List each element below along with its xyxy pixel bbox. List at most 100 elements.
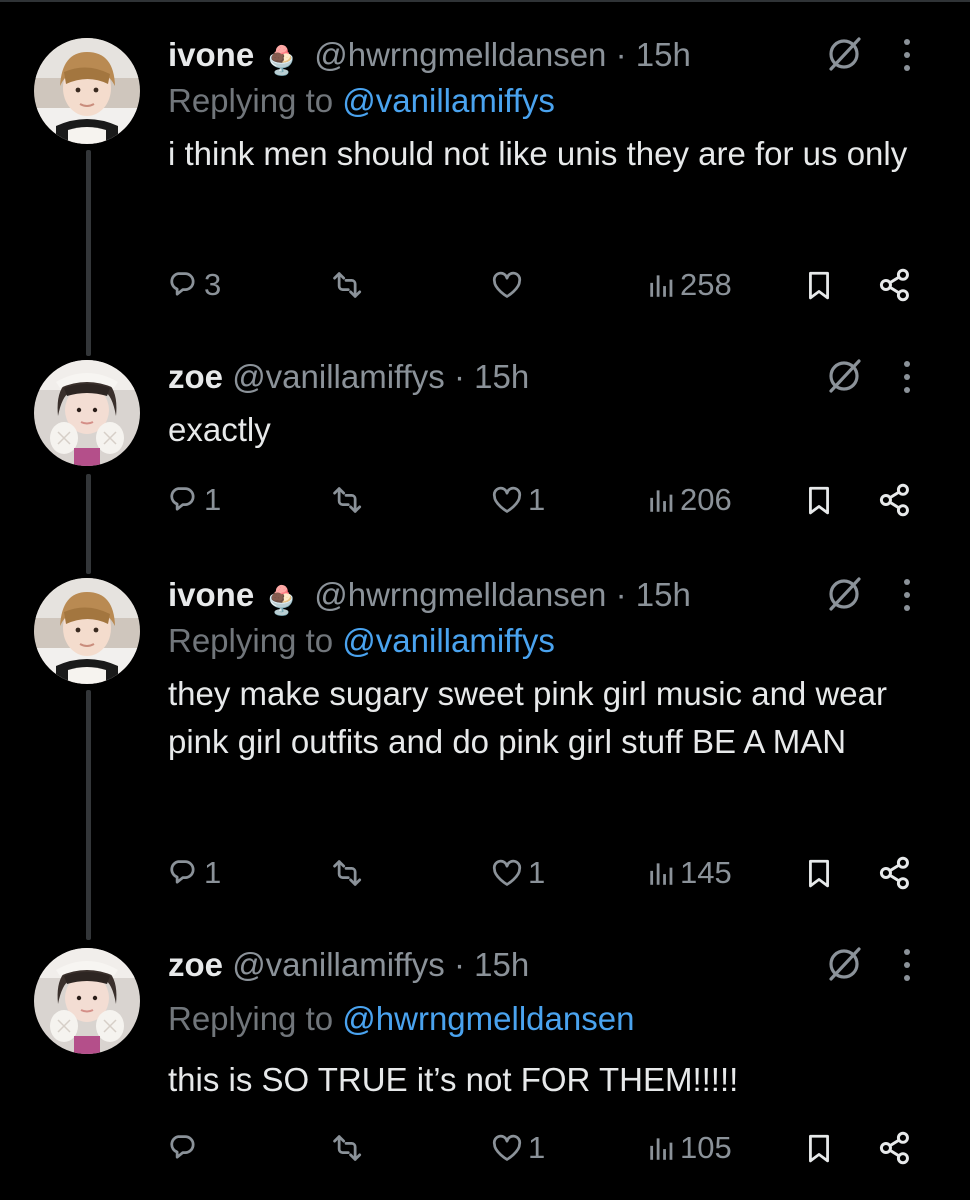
share-button[interactable] <box>878 475 912 525</box>
action-bar: 1 1 145 <box>168 848 930 898</box>
ice-cream-emoji: 🍨 <box>264 585 300 616</box>
retweet-icon <box>333 860 362 886</box>
retweet-icon <box>333 1135 362 1161</box>
bookmark-icon <box>809 271 829 300</box>
timestamp[interactable]: 15h <box>636 36 691 73</box>
avatar[interactable] <box>34 38 140 144</box>
separator-dot: · <box>615 36 627 73</box>
reply-count: 1 <box>204 855 222 890</box>
bookmark-button[interactable] <box>804 260 834 310</box>
reply-icon <box>170 1135 195 1159</box>
display-name[interactable]: ivone <box>168 576 254 613</box>
like-button[interactable]: 1 <box>490 475 545 525</box>
mention-link[interactable]: @vanillamiffys <box>342 622 555 659</box>
thread-line <box>86 150 91 356</box>
views-button[interactable]: 105 <box>646 1123 732 1173</box>
thread-line <box>86 474 91 574</box>
view-count: 258 <box>680 267 732 302</box>
like-button[interactable]: 1 <box>490 1123 545 1173</box>
share-button[interactable] <box>878 1123 912 1173</box>
reply-icon <box>170 272 195 296</box>
reply-button[interactable]: 1 <box>168 848 221 898</box>
user-handle[interactable]: @hwrngmelldansen <box>314 36 606 73</box>
views-icon <box>650 490 673 512</box>
retweet-icon <box>333 487 362 513</box>
view-count: 105 <box>680 1130 732 1165</box>
replying-to: Replying to @vanillamiffys <box>168 78 930 124</box>
view-count: 145 <box>680 855 732 890</box>
like-count: 1 <box>528 855 546 890</box>
views-button[interactable]: 145 <box>646 848 732 898</box>
retweet-button[interactable] <box>328 475 368 525</box>
user-handle[interactable]: @vanillamiffys <box>232 946 445 983</box>
mention-link[interactable]: @hwrngmelldansen <box>342 1000 634 1037</box>
grok-slash-icon[interactable] <box>824 944 864 996</box>
top-divider <box>0 0 970 2</box>
bookmark-button[interactable] <box>804 475 834 525</box>
display-name[interactable]: zoe <box>168 358 223 395</box>
grok-slash-icon[interactable] <box>824 34 864 86</box>
share-button[interactable] <box>878 848 912 898</box>
timestamp[interactable]: 15h <box>474 946 529 983</box>
tweet-text: exactly <box>168 411 271 448</box>
reply-button[interactable] <box>168 1123 204 1173</box>
retweet-button[interactable] <box>328 1123 368 1173</box>
retweet-button[interactable] <box>328 848 368 898</box>
thread-line <box>86 690 91 940</box>
more-vertical-icon[interactable] <box>902 576 912 626</box>
bookmark-button[interactable] <box>804 1123 834 1173</box>
like-count: 1 <box>528 1130 546 1165</box>
grok-slash-icon[interactable] <box>824 356 864 408</box>
reply-button[interactable]: 1 <box>168 475 221 525</box>
retweet-icon <box>333 272 362 298</box>
like-icon <box>492 859 522 886</box>
share-icon <box>879 856 909 890</box>
views-icon <box>650 275 673 297</box>
views-icon <box>650 1138 673 1160</box>
action-bar: 3 258 <box>168 260 930 310</box>
share-button[interactable] <box>878 260 912 310</box>
user-handle[interactable]: @vanillamiffys <box>232 358 445 395</box>
like-icon <box>492 1134 522 1161</box>
tweet-text: they make sugary sweet pink girl music a… <box>168 675 887 760</box>
display-name[interactable]: zoe <box>168 946 223 983</box>
like-count: 1 <box>528 482 546 517</box>
tweet-text: i think men should not like unis they ar… <box>168 135 908 172</box>
share-icon <box>879 1131 909 1165</box>
timestamp[interactable]: 15h <box>636 576 691 613</box>
tweet-text: this is SO TRUE it’s not FOR THEM!!!!! <box>168 1061 739 1098</box>
like-icon <box>492 486 522 513</box>
reply-icon <box>170 860 195 884</box>
reply-count: 3 <box>204 267 222 302</box>
reply-count: 1 <box>204 482 222 517</box>
retweet-button[interactable] <box>328 260 368 310</box>
ice-cream-emoji: 🍨 <box>264 45 300 76</box>
reply-button[interactable]: 3 <box>168 260 221 310</box>
separator-dot: · <box>615 576 627 613</box>
mention-link[interactable]: @vanillamiffys <box>342 82 555 119</box>
views-button[interactable]: 258 <box>646 260 732 310</box>
grok-slash-icon[interactable] <box>824 574 864 626</box>
bookmark-icon <box>809 486 829 515</box>
bookmark-button[interactable] <box>804 848 834 898</box>
timestamp[interactable]: 15h <box>474 358 529 395</box>
like-button[interactable]: 1 <box>490 848 545 898</box>
more-vertical-icon[interactable] <box>902 358 912 408</box>
share-icon <box>879 483 909 517</box>
avatar[interactable] <box>34 948 140 1054</box>
avatar[interactable] <box>34 578 140 684</box>
views-icon <box>650 863 673 885</box>
display-name[interactable]: ivone <box>168 36 254 73</box>
bookmark-icon <box>809 1134 829 1163</box>
replying-prefix: Replying to <box>168 622 334 659</box>
replying-prefix: Replying to <box>168 82 334 119</box>
more-vertical-icon[interactable] <box>902 946 912 996</box>
more-vertical-icon[interactable] <box>902 36 912 86</box>
user-handle[interactable]: @hwrngmelldansen <box>314 576 606 613</box>
reply-icon <box>170 487 195 511</box>
like-button[interactable] <box>490 260 528 310</box>
like-icon <box>492 271 522 298</box>
views-button[interactable]: 206 <box>646 475 732 525</box>
avatar[interactable] <box>34 360 140 466</box>
share-icon <box>879 268 909 302</box>
